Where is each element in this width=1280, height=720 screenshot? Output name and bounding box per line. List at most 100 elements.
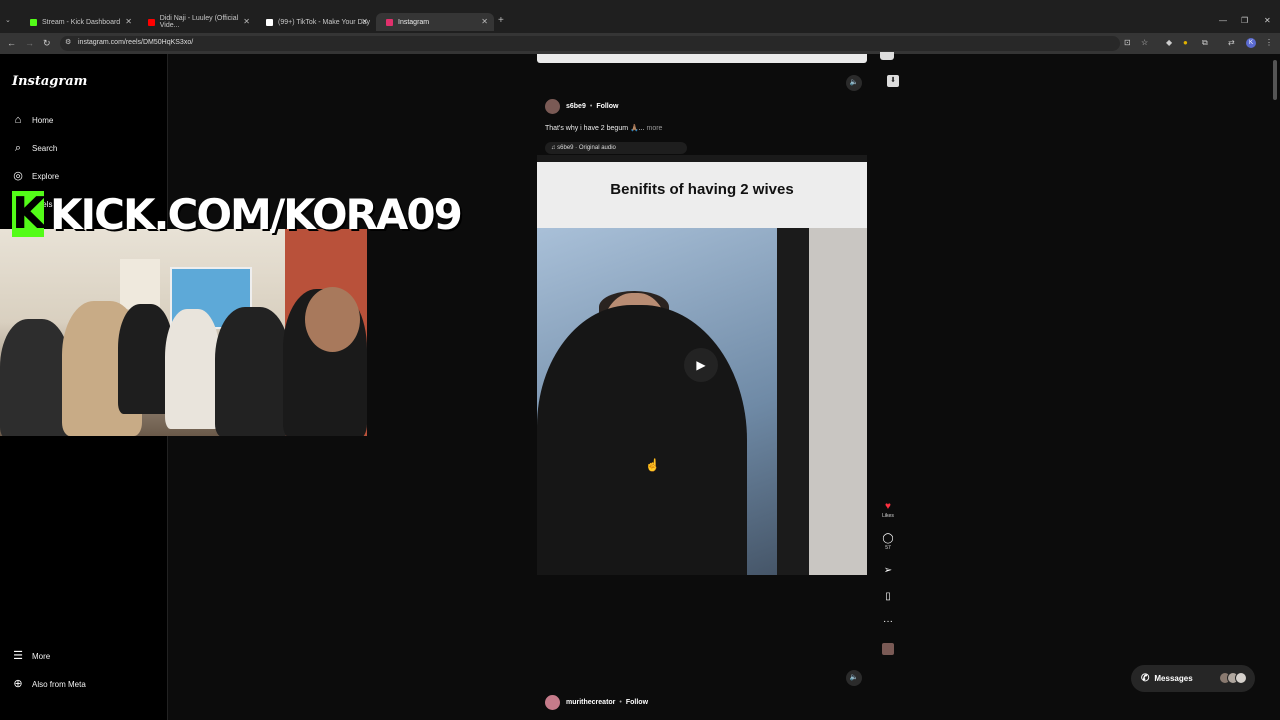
youtube-favicon-icon	[148, 18, 155, 26]
sidebar-item-label: Also from Meta	[32, 679, 86, 689]
restore-icon[interactable]: ❐	[1241, 16, 1248, 25]
reel-caption: That's why i have 2 begum 🙏🏽... more	[545, 124, 662, 132]
instagram-favicon-icon	[386, 18, 393, 26]
mouse-cursor-icon: ☝	[645, 458, 660, 472]
extensions-puzzle-icon[interactable]: ⧉	[1202, 38, 1208, 48]
comment-icon: ◯	[882, 533, 894, 544]
extension-icon[interactable]: ●	[1183, 38, 1188, 47]
sidebar-item-also-from-meta[interactable]: ⊕ Also from Meta	[12, 678, 86, 690]
close-tab-icon[interactable]: ✕	[481, 17, 488, 26]
send-icon: ➢	[883, 565, 893, 576]
tiktok-favicon-icon	[266, 18, 273, 26]
save-button[interactable]: ▯	[879, 591, 897, 602]
profile-avatar[interactable]: K	[1246, 38, 1256, 48]
sidebar-item-label: Search	[32, 143, 58, 153]
home-icon: ⌂	[14, 114, 22, 126]
more-dots-icon: ···	[883, 616, 893, 627]
back-icon[interactable]: ←	[7, 38, 16, 48]
menu-icon: ☰	[13, 650, 23, 662]
follow-button[interactable]: Follow	[626, 699, 648, 706]
video-title-text: Benifits of having 2 wives	[610, 181, 794, 198]
avatar	[1235, 672, 1247, 684]
kick-logo-icon: K	[12, 188, 47, 239]
site-info-icon[interactable]: ⚙	[65, 38, 71, 46]
sidebar-item-search[interactable]: ⌕ Search	[12, 142, 57, 154]
tab-youtube[interactable]: Didi Naji - Luuley (Official Vide... ✕	[138, 13, 256, 31]
tab-kick-dashboard[interactable]: Stream - Kick Dashboard ✕	[20, 13, 138, 31]
bookmark-icon: ▯	[885, 591, 891, 602]
tab-title: (99+) TikTok - Make Your Day	[278, 18, 371, 26]
next-reel-username[interactable]: murithecreator	[566, 699, 615, 706]
likes-label: Likes	[882, 513, 894, 519]
messages-label: Messages	[1154, 674, 1193, 683]
volume-icon[interactable]: 🔈	[846, 75, 862, 91]
close-window-icon[interactable]: ✕	[1264, 16, 1271, 25]
sidebar-item-home[interactable]: ⌂ Home	[12, 114, 54, 126]
share-button[interactable]: ➢	[879, 565, 897, 576]
forward-icon[interactable]: →	[25, 38, 34, 48]
reload-icon[interactable]: ↻	[43, 38, 51, 49]
sidebar-item-explore[interactable]: ◎ Explore	[12, 170, 59, 182]
close-tab-icon[interactable]: ✕	[125, 17, 132, 26]
minimize-icon[interactable]: —	[1219, 16, 1227, 25]
extension-icon[interactable]: ◆	[1166, 38, 1172, 47]
reel-username[interactable]: s6be9	[566, 103, 586, 110]
streamer-webcam-overlay	[0, 229, 367, 436]
kick-banner: K KICK.COM/KORA09	[12, 188, 463, 239]
browser-menu-icon[interactable]: ⋮	[1265, 38, 1273, 47]
audio-thumbnail[interactable]	[882, 643, 894, 655]
webcam-person-face	[305, 287, 360, 352]
sidebar-item-label: Explore	[32, 171, 60, 181]
translate-icon[interactable]: ⇄	[1228, 38, 1235, 47]
tab-instagram[interactable]: Instagram ✕	[376, 13, 494, 31]
play-icon[interactable]: ▶	[684, 348, 718, 382]
separator-dot: •	[589, 103, 593, 110]
message-avatars	[1219, 672, 1247, 684]
volume-icon[interactable]: 🔈	[846, 670, 862, 686]
meta-icon: ⊕	[13, 678, 23, 690]
comment-button[interactable]: ◯ 57	[879, 533, 897, 551]
reel-header: s6be9 • Follow	[545, 99, 618, 114]
avatar[interactable]	[545, 695, 560, 710]
sidebar-item-label: More	[32, 651, 51, 661]
avatar[interactable]	[545, 99, 560, 114]
caption-text: That's why i have 2 begum 🙏🏽...	[545, 125, 645, 132]
tab-title: Didi Naji - Luuley (Official Vide...	[159, 15, 239, 29]
webcam-person	[165, 309, 220, 429]
webcam-person	[0, 319, 70, 436]
tab-tiktok[interactable]: (99+) TikTok - Make Your Day ✕	[256, 13, 374, 31]
save-small-icon[interactable]: ⬇	[887, 75, 899, 87]
webcam-shelf	[120, 259, 160, 309]
compass-icon: ◎	[13, 170, 23, 182]
install-app-icon[interactable]: ⊡	[1124, 38, 1131, 47]
like-button[interactable]: ♥ Likes	[879, 501, 897, 519]
video-wall	[809, 228, 867, 575]
url-text[interactable]: instagram.com/reels/DM50HqKS3xo/	[78, 39, 193, 46]
tab-title: Stream - Kick Dashboard	[42, 18, 121, 26]
close-tab-icon[interactable]: ✕	[243, 17, 250, 26]
instagram-logo[interactable]: Instagram	[12, 74, 87, 89]
heart-icon: ♥	[885, 501, 891, 512]
caption-more-link[interactable]: more	[647, 125, 663, 132]
video-door	[777, 228, 809, 575]
sidebar-item-more[interactable]: ☰ More	[12, 650, 50, 662]
search-icon: ⌕	[14, 142, 22, 154]
tab-search-button[interactable]: ⌄	[5, 16, 11, 24]
bookmark-star-icon[interactable]: ☆	[1141, 38, 1148, 47]
audio-link[interactable]: ♫ s6be9 · Original audio	[545, 142, 687, 154]
previous-reel-thumb[interactable]	[880, 52, 894, 60]
follow-button[interactable]: Follow	[596, 103, 618, 110]
comments-count: 57	[885, 545, 891, 551]
separator-dot: •	[619, 699, 622, 706]
video-person-figure	[537, 305, 747, 575]
scrollbar[interactable]	[1273, 60, 1277, 100]
kick-favicon-icon	[30, 18, 37, 26]
new-tab-icon[interactable]: +	[498, 15, 504, 26]
more-options-button[interactable]: ···	[879, 616, 897, 627]
previous-reel-edge	[537, 54, 867, 63]
webcam-person	[215, 307, 290, 436]
address-bar[interactable]	[60, 36, 1120, 51]
close-tab-icon[interactable]: ✕	[361, 17, 368, 26]
next-reel-header: murithecreator • Follow	[545, 695, 648, 710]
messages-button[interactable]: ✆ Messages	[1131, 665, 1255, 692]
